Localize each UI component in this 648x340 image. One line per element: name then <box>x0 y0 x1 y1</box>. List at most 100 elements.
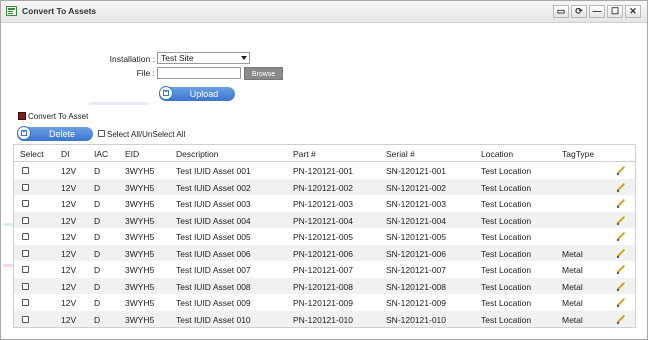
table-row[interactable]: 12V D 3WYH5 Test IUID Asset 005 PN-120121-00… <box>14 228 635 245</box>
row-select-checkbox[interactable] <box>22 216 29 224</box>
table-row[interactable]: 12V D 3WYH5 Test IUID Asset 006 PN-120121-00… <box>14 244 635 261</box>
convert-to-asset-checkbox[interactable] <box>18 112 26 120</box>
cell-part-number: PN-120121-008 <box>293 281 354 292</box>
window-title: Convert To Assets <box>22 6 97 16</box>
pencil-edit-icon[interactable] <box>616 232 626 242</box>
table-row[interactable]: 12V D 3WYH5 Test IUID Asset 009 PN-120121-00… <box>14 294 635 311</box>
title-bar: Convert To Assets ▭ ⟳ — ☐ ✕ <box>1 1 647 23</box>
file-path-input[interactable] <box>157 67 241 79</box>
column-header-location[interactable]: Location <box>481 149 513 159</box>
row-select-checkbox[interactable] <box>22 233 29 240</box>
pencil-edit-icon[interactable] <box>616 265 626 275</box>
cell-tagtype: Metal <box>562 314 583 325</box>
cell-eid: 3WYH5 <box>125 232 155 242</box>
background-artifact <box>89 102 149 105</box>
row-select-checkbox[interactable] <box>22 299 29 306</box>
cell-part-number: PN-120121-003 <box>293 199 354 209</box>
pencil-edit-icon[interactable] <box>616 166 626 176</box>
pencil-edit-icon[interactable] <box>616 199 626 209</box>
save-layout-icon[interactable]: ▭ <box>553 5 569 18</box>
cell-serial-number: SN-120121-009 <box>386 298 447 308</box>
cell-description: Test IUID Asset 002 <box>176 182 251 193</box>
cell-description: Test IUID Asset 001 <box>176 166 251 176</box>
select-all-checkbox[interactable] <box>98 130 105 137</box>
cell-iac: D <box>94 199 101 209</box>
background-artifact <box>3 264 13 267</box>
cell-serial-number: SN-120121-005 <box>386 232 447 242</box>
installation-label: Installation : <box>109 54 155 64</box>
table-row[interactable]: 12V D 3WYH5 Test IUID Asset 001 PN-120121-00… <box>14 162 635 179</box>
installation-select-value: Test Site <box>161 53 194 63</box>
cell-di: 12V <box>61 166 77 176</box>
column-header-tagtype[interactable]: TagType <box>562 149 594 159</box>
row-select-checkbox[interactable] <box>22 282 29 290</box>
table-row[interactable]: 12V D 3WYH5 Test IUID Asset 002 PN-120121-00… <box>14 178 635 195</box>
cell-iac: D <box>94 298 101 308</box>
column-header-serial-number[interactable]: Serial # <box>386 149 415 159</box>
table-row[interactable]: 12V D 3WYH5 Test IUID Asset 008 PN-120121-00… <box>14 277 635 294</box>
delete-button[interactable]: Delete <box>17 126 93 141</box>
cell-location: Test Location <box>481 265 532 275</box>
column-header-eid[interactable]: EID <box>125 149 139 159</box>
column-header-part-number[interactable]: Part # <box>293 149 316 159</box>
cell-description: Test IUID Asset 009 <box>176 298 251 308</box>
cell-eid: 3WYH5 <box>125 199 155 209</box>
column-header-iac[interactable]: IAC <box>94 149 108 159</box>
pencil-edit-icon[interactable] <box>616 298 626 308</box>
cell-di: 12V <box>61 298 77 308</box>
cell-eid: 3WYH5 <box>125 265 155 275</box>
upload-button[interactable]: Upload <box>159 86 235 101</box>
table-row[interactable]: 12V D 3WYH5 Test IUID Asset 007 PN-120121-00… <box>14 261 635 278</box>
cell-iac: D <box>94 248 101 259</box>
cell-serial-number: SN-120121-010 <box>386 314 447 325</box>
row-select-checkbox[interactable] <box>22 167 29 174</box>
cell-eid: 3WYH5 <box>125 215 155 226</box>
pencil-edit-icon[interactable] <box>616 183 626 193</box>
pencil-edit-icon[interactable] <box>616 282 626 292</box>
cell-location: Test Location <box>481 199 532 209</box>
cell-location: Test Location <box>481 298 532 308</box>
installation-select[interactable]: Test Site <box>157 52 250 64</box>
close-icon[interactable]: ✕ <box>625 5 641 18</box>
cell-di: 12V <box>61 215 77 226</box>
assets-table: Select DI IAC EID Description Part # Serial # L… <box>13 144 636 328</box>
column-header-select[interactable]: Select <box>20 149 44 159</box>
convert-to-assets-window: Convert To Assets ▭ ⟳ — ☐ ✕ Installation : T… <box>0 0 648 340</box>
cell-serial-number: SN-120121-002 <box>386 182 447 193</box>
cell-eid: 3WYH5 <box>125 314 155 325</box>
cell-serial-number: SN-120121-006 <box>386 248 447 259</box>
row-select-checkbox[interactable] <box>22 249 29 257</box>
cell-di: 12V <box>61 281 77 292</box>
minimize-icon[interactable]: — <box>589 5 605 18</box>
row-select-checkbox[interactable] <box>22 183 29 191</box>
maximize-icon[interactable]: ☐ <box>607 5 623 18</box>
refresh-icon[interactable]: ⟳ <box>571 5 587 18</box>
column-header-description[interactable]: Description <box>176 149 219 159</box>
select-all-label: Select All/UnSelect All <box>107 130 186 139</box>
pencil-edit-icon[interactable] <box>616 216 626 226</box>
table-row[interactable]: 12V D 3WYH5 Test IUID Asset 010 PN-120121-01… <box>14 310 635 327</box>
pencil-edit-icon[interactable] <box>616 315 626 325</box>
cell-tagtype: Metal <box>562 248 583 259</box>
cell-eid: 3WYH5 <box>125 182 155 193</box>
cell-description: Test IUID Asset 005 <box>176 232 251 242</box>
window-controls: ▭ ⟳ — ☐ ✕ <box>553 5 641 18</box>
cell-eid: 3WYH5 <box>125 166 155 176</box>
row-select-checkbox[interactable] <box>22 315 29 323</box>
cell-location: Test Location <box>481 314 532 325</box>
browse-button[interactable]: Browse <box>244 67 283 80</box>
cell-serial-number: SN-120121-003 <box>386 199 447 209</box>
column-header-di[interactable]: DI <box>61 149 70 159</box>
cell-serial-number: SN-120121-007 <box>386 265 447 275</box>
row-select-checkbox[interactable] <box>22 200 29 207</box>
row-select-checkbox[interactable] <box>22 266 29 273</box>
cell-description: Test IUID Asset 004 <box>176 215 251 226</box>
table-row[interactable]: 12V D 3WYH5 Test IUID Asset 003 PN-120121-00… <box>14 195 635 212</box>
table-row[interactable]: 12V D 3WYH5 Test IUID Asset 004 PN-120121-00… <box>14 211 635 228</box>
save-disk-icon <box>17 126 31 140</box>
pencil-edit-icon[interactable] <box>616 249 626 259</box>
cell-iac: D <box>94 232 101 242</box>
cell-description: Test IUID Asset 003 <box>176 199 251 209</box>
cell-location: Test Location <box>481 248 532 259</box>
cell-location: Test Location <box>481 215 532 226</box>
